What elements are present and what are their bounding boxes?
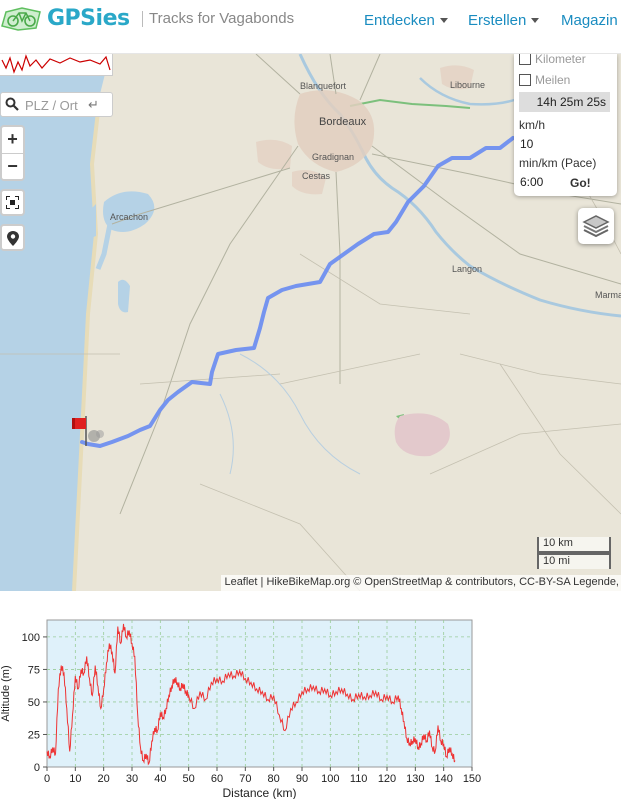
elevation-chart: 0 10 20 30 40 50 60 70 80 90 100 110 120 130 140 150 0 25… — [0, 591, 621, 799]
x-tick-label: 100 — [321, 773, 339, 785]
place-label-cestas: Cestas — [302, 171, 331, 181]
enter-icon[interactable]: ↵ — [88, 97, 99, 113]
y-tick-label: 75 — [28, 664, 40, 676]
y-axis-label: Altitude (m) — [0, 665, 12, 721]
place-label-arcachon: Arcachon — [110, 212, 149, 222]
map-view[interactable]: Blanquefort Libourne Bordeaux Gradignan … — [0, 54, 621, 591]
kilometer-label: Kilometer — [535, 54, 586, 66]
x-tick-label: 120 — [378, 773, 396, 785]
x-tick-label: 50 — [183, 773, 195, 785]
x-tick-label: 140 — [434, 773, 452, 785]
x-tick-label: 30 — [126, 773, 138, 785]
x-tick-label: 110 — [350, 773, 368, 785]
x-tick-label: 10 — [69, 773, 81, 785]
nav-entdecken[interactable]: Entdecken — [364, 12, 448, 29]
y-tick-label: 100 — [22, 632, 40, 644]
zoom-in-button[interactable]: + — [2, 127, 23, 153]
x-tick-label: 80 — [268, 773, 280, 785]
place-label-gradignan: Gradignan — [312, 152, 355, 162]
place-label-marma: Marma — [595, 290, 621, 300]
x-tick-label: 90 — [296, 773, 308, 785]
place-label-libourne: Libourne — [450, 80, 486, 90]
place-label-blanquefort: Blanquefort — [300, 81, 347, 91]
x-tick-label: 40 — [154, 773, 166, 785]
scale-km: 10 km — [537, 537, 611, 553]
plot-area — [46, 619, 473, 768]
search-placeholder: PLZ / Ort — [25, 98, 78, 113]
x-tick-label: 0 — [44, 773, 50, 785]
duration-display: 14h 25m 25s — [519, 92, 610, 112]
tagline: Tracks for Vagabonds — [142, 11, 294, 27]
x-tick-label: 150 — [463, 773, 481, 785]
locate-button[interactable] — [0, 224, 25, 251]
scale-mi: 10 mi — [537, 553, 611, 569]
nav-erstellen[interactable]: Erstellen — [468, 12, 540, 29]
speed-label: km/h — [519, 118, 546, 132]
nav-magazin[interactable]: Magazin — [561, 12, 618, 29]
go-button[interactable]: Go! — [570, 176, 591, 190]
map-marker-icon — [6, 231, 19, 246]
layers-icon — [582, 215, 610, 238]
bicycle-logo-icon[interactable] — [0, 2, 44, 32]
fullscreen-icon — [6, 196, 19, 209]
y-tick-label: 50 — [28, 697, 40, 709]
logo-text[interactable]: GPSies — [47, 6, 130, 31]
location-search-input[interactable]: PLZ / Ort ↵ — [0, 92, 113, 117]
caret-down-icon — [531, 18, 540, 23]
x-axis-label: Distance (km) — [222, 786, 296, 799]
search-icon — [5, 97, 19, 111]
x-tick-label: 70 — [239, 773, 251, 785]
nav-erstellen-label: Erstellen — [468, 12, 527, 29]
gpsies-page: GPSies Tracks for Vagabonds Entdecken Er… — [0, 0, 621, 799]
kilometer-checkbox[interactable] — [519, 54, 531, 65]
y-tick-label: 25 — [28, 729, 40, 741]
elevation-chart-svg: 0 10 20 30 40 50 60 70 80 90 100 110 120 130 140 150 0 25… — [0, 619, 481, 799]
meilen-checkbox[interactable] — [519, 74, 531, 86]
caret-down-icon — [439, 18, 448, 23]
y-tick-label: 0 — [34, 762, 40, 774]
x-tick-label: 130 — [406, 773, 424, 785]
fullscreen-button[interactable] — [0, 189, 25, 216]
map-attribution[interactable]: Leaflet | HikeBikeMap.org © OpenStreetMa… — [221, 575, 621, 591]
zoom-control: + − — [0, 125, 25, 181]
pace-label: min/km (Pace) — [519, 156, 597, 170]
meilen-label: Meilen — [535, 73, 571, 87]
elevation-thumbnail-graph — [1, 54, 111, 74]
pace-input[interactable]: 6:00 — [519, 173, 567, 191]
layers-button[interactable] — [578, 208, 614, 244]
nav-entdecken-label: Entdecken — [364, 12, 435, 29]
nav-magazin-label: Magazin — [561, 12, 618, 29]
top-navbar: GPSies Tracks for Vagabonds Entdecken Er… — [0, 0, 621, 54]
place-label-langon: Langon — [452, 264, 483, 274]
speed-calculator-panel: Kilometer Meilen 14h 25m 25s km/h 10 min… — [514, 54, 617, 196]
meilen-option[interactable]: Meilen — [519, 73, 570, 87]
x-tick-label: 60 — [211, 773, 223, 785]
elevation-thumbnail[interactable] — [0, 54, 113, 76]
place-label-bordeaux: Bordeaux — [319, 116, 367, 128]
speed-input[interactable]: 10 — [519, 135, 567, 153]
kilometer-option[interactable]: Kilometer — [519, 54, 586, 66]
x-tick-label: 20 — [98, 773, 110, 785]
zoom-out-button[interactable]: − — [2, 153, 23, 179]
